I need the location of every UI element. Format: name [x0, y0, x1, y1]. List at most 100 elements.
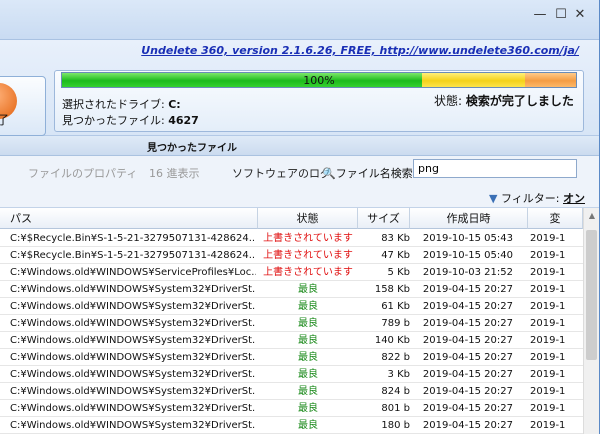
table-row[interactable]: C:¥Windows.old¥WINDOWS¥System32¥DriverSt…: [0, 349, 583, 366]
created-date-cell: 2019-04-15 20:27: [422, 420, 513, 431]
modified-date-cell: 2019-1: [530, 335, 566, 346]
path-cell: C:¥Windows.old¥WINDOWS¥System32¥DriverSt…: [10, 352, 256, 363]
close-button[interactable]: ✕: [572, 8, 588, 22]
path-cell: C:¥$Recycle.Bin¥S-1-5-21-3279507131-4286…: [10, 233, 256, 244]
filter-icon: ▼: [489, 192, 498, 205]
selected-drive: 選択されたドライブ: C:: [62, 96, 181, 112]
modified-date-cell: 2019-1: [530, 403, 566, 414]
created-date-cell: 2019-04-15 20:27: [422, 284, 513, 295]
status-cell: 最良: [298, 386, 318, 397]
size-cell: 801 b: [381, 403, 410, 414]
vertical-scrollbar[interactable]: ▲: [583, 208, 599, 434]
modified-date-cell: 2019-1: [530, 250, 566, 261]
created-date-cell: 2019-04-15 20:27: [422, 352, 513, 363]
scrollbar-thumb[interactable]: [586, 230, 597, 360]
scan-state: 状態: 検索が完了しました: [434, 92, 574, 109]
filename-search-label: 🔍ファイル名検索:: [322, 165, 416, 181]
path-cell: C:¥$Recycle.Bin¥S-1-5-21-3279507131-4286…: [10, 250, 256, 261]
app-window: — ☐ ✕ 了 Undelete 360, version 2.1.6.26, …: [0, 0, 600, 434]
filename-search-input[interactable]: [413, 159, 577, 178]
status-cell: 最良: [298, 318, 318, 329]
column-header-path[interactable]: パス: [0, 208, 258, 229]
maximize-button[interactable]: ☐: [553, 8, 569, 22]
size-cell: 789 b: [381, 318, 410, 329]
table-row[interactable]: C:¥Windows.old¥WINDOWS¥System32¥DriverSt…: [0, 332, 583, 349]
size-cell: 140 Kb: [374, 335, 410, 346]
modified-date-cell: 2019-1: [530, 233, 566, 244]
column-header-modified[interactable]: 変: [528, 208, 583, 229]
table-row[interactable]: C:¥Windows.old¥WINDOWS¥ServiceProfiles¥L…: [0, 264, 583, 281]
status-cell: 上書きされています: [263, 250, 353, 261]
path-cell: C:¥Windows.old¥WINDOWS¥System32¥DriverSt…: [10, 369, 256, 380]
table-row[interactable]: C:¥Windows.old¥WINDOWS¥System32¥DriverSt…: [0, 366, 583, 383]
table-row[interactable]: C:¥Windows.old¥WINDOWS¥System32¥DriverSt…: [0, 281, 583, 298]
column-header-created[interactable]: 作成日時: [410, 208, 528, 229]
table-row[interactable]: C:¥Windows.old¥WINDOWS¥System32¥DriverSt…: [0, 417, 583, 434]
path-cell: C:¥Windows.old¥WINDOWS¥System32¥DriverSt…: [10, 403, 256, 414]
created-date-cell: 2019-10-15 05:43: [422, 233, 513, 244]
stop-scan-button[interactable]: 了: [0, 76, 46, 136]
size-cell: 83 Kb: [381, 233, 410, 244]
table-row[interactable]: C:¥Windows.old¥WINDOWS¥System32¥DriverSt…: [0, 400, 583, 417]
created-date-cell: 2019-10-03 21:52: [422, 267, 513, 278]
path-cell: C:¥Windows.old¥WINDOWS¥ServiceProfiles¥L…: [10, 267, 256, 278]
column-header-status[interactable]: 状態: [258, 208, 358, 229]
filter-value[interactable]: オン: [563, 192, 585, 205]
status-cell: 上書きされています: [263, 267, 353, 278]
path-cell: C:¥Windows.old¥WINDOWS¥System32¥DriverSt…: [10, 335, 256, 346]
size-cell: 3 Kb: [387, 369, 410, 380]
size-cell: 5 Kb: [387, 267, 410, 278]
modified-date-cell: 2019-1: [530, 420, 566, 431]
filename-search-text: ファイル名検索:: [335, 167, 417, 180]
progress-percent-label: 100%: [303, 74, 335, 87]
modified-date-cell: 2019-1: [530, 318, 566, 329]
filter-toggle[interactable]: ▼ フィルター: オン: [489, 190, 585, 206]
results-table: パス 状態 サイズ 作成日時 変 C:¥$Recycle.Bin¥S-1-5-2…: [0, 208, 583, 434]
size-cell: 61 Kb: [381, 301, 410, 312]
path-cell: C:¥Windows.old¥WINDOWS¥System32¥DriverSt…: [10, 284, 256, 295]
status-cell: 最良: [298, 369, 318, 380]
status-cell: 最良: [298, 284, 318, 295]
search-icon: 🔍: [322, 167, 336, 180]
status-cell: 上書きされています: [263, 233, 353, 244]
scan-progress-bar: 100%: [61, 72, 577, 88]
status-cell: 最良: [298, 403, 318, 414]
size-cell: 158 Kb: [374, 284, 410, 295]
path-cell: C:¥Windows.old¥WINDOWS¥System32¥DriverSt…: [10, 318, 256, 329]
status-cell: 最良: [298, 352, 318, 363]
table-row[interactable]: C:¥Windows.old¥WINDOWS¥System32¥DriverSt…: [0, 298, 583, 315]
scan-state-value: 検索が完了しました: [465, 94, 574, 108]
homepage-link[interactable]: Undelete 360, version 2.1.6.26, FREE, ht…: [141, 44, 579, 57]
created-date-cell: 2019-10-15 05:40: [422, 250, 513, 261]
column-header-size[interactable]: サイズ: [358, 208, 410, 229]
table-row[interactable]: C:¥Windows.old¥WINDOWS¥System32¥DriverSt…: [0, 383, 583, 400]
size-cell: 824 b: [381, 386, 410, 397]
size-cell: 47 Kb: [381, 250, 410, 261]
minimize-button[interactable]: —: [532, 8, 548, 22]
scroll-up-icon[interactable]: ▲: [584, 211, 600, 220]
modified-date-cell: 2019-1: [530, 267, 566, 278]
table-row[interactable]: C:¥Windows.old¥WINDOWS¥System32¥DriverSt…: [0, 315, 583, 332]
table-row[interactable]: C:¥$Recycle.Bin¥S-1-5-21-3279507131-4286…: [0, 247, 583, 264]
tab-hex-view[interactable]: 16 進表示: [149, 165, 200, 181]
filter-row: ▼ フィルター: オン: [0, 186, 599, 208]
created-date-cell: 2019-04-15 20:27: [422, 301, 513, 312]
stop-scan-label: 了: [0, 113, 10, 127]
selected-drive-label: 選択されたドライブ:: [62, 98, 165, 111]
modified-date-cell: 2019-1: [530, 352, 566, 363]
tab-software-log[interactable]: ソフトウェアのログ: [232, 165, 331, 181]
path-cell: C:¥Windows.old¥WINDOWS¥System32¥DriverSt…: [10, 386, 256, 397]
path-cell: C:¥Windows.old¥WINDOWS¥System32¥DriverSt…: [10, 301, 256, 312]
modified-date-cell: 2019-1: [530, 301, 566, 312]
section-header: 見つかったファイル: [0, 136, 599, 156]
tab-file-properties[interactable]: ファイルのプロパティ: [28, 165, 137, 181]
table-row[interactable]: C:¥$Recycle.Bin¥S-1-5-21-3279507131-4286…: [0, 230, 583, 247]
selected-drive-value: C:: [168, 98, 181, 111]
status-cell: 最良: [298, 335, 318, 346]
size-cell: 180 b: [381, 420, 410, 431]
status-cell: 最良: [298, 420, 318, 431]
created-date-cell: 2019-04-15 20:27: [422, 335, 513, 346]
section-title: 見つかったファイル: [147, 143, 237, 154]
found-files-label: 見つかったファイル:: [62, 114, 165, 127]
status-cell: 最良: [298, 301, 318, 312]
